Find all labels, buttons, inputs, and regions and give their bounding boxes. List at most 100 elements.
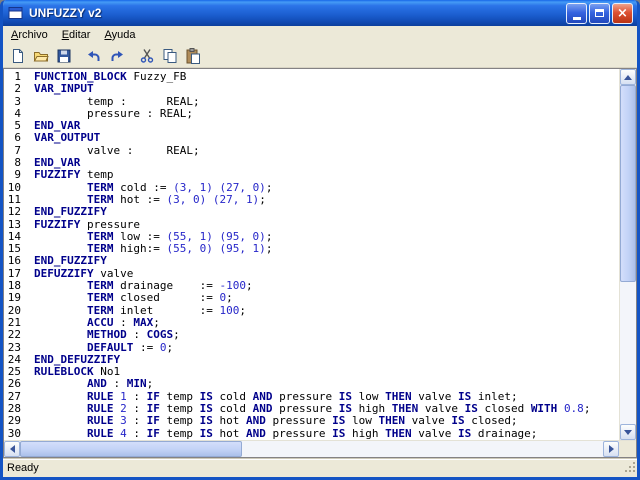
code-line: 7 valve : REAL; bbox=[4, 143, 619, 157]
code-lines: 1 FUNCTION_BLOCK Fuzzy_FB 2 VAR_INPUT 3 temp… bbox=[4, 70, 619, 440]
cut-icon bbox=[140, 49, 154, 63]
code-text: TERM hot := (3, 0) (27, 1); bbox=[86, 192, 266, 206]
maximize-button[interactable] bbox=[589, 2, 610, 24]
open-folder-icon bbox=[33, 52, 49, 62]
line-number: 29 bbox=[7, 414, 21, 428]
redo-button[interactable] bbox=[106, 46, 128, 66]
toolbar-separator bbox=[76, 46, 82, 66]
code-text: TERM closed := 0; bbox=[86, 291, 233, 305]
maximize-icon bbox=[595, 9, 604, 17]
code-text: TERM drainage := -100; bbox=[86, 279, 253, 293]
window-title: UNFUZZY v2 bbox=[29, 6, 102, 20]
code-text: ACCU : MAX; bbox=[86, 315, 160, 329]
line-number: 26 bbox=[7, 377, 21, 391]
arrow-right-icon bbox=[608, 445, 614, 453]
scrollbar-corner bbox=[619, 440, 636, 457]
open-button[interactable] bbox=[30, 46, 52, 66]
editor-frame: 1 FUNCTION_BLOCK Fuzzy_FB 2 VAR_INPUT 3 temp… bbox=[3, 68, 637, 458]
code-text: FUNCTION_BLOCK Fuzzy_FB bbox=[34, 70, 187, 83]
code-text: RULE 2 : IF temp IS cold AND pressure IS… bbox=[86, 402, 591, 416]
code-text: END_FUZZIFY bbox=[34, 254, 107, 268]
save-button[interactable] bbox=[53, 46, 75, 66]
line-number: 13 bbox=[7, 217, 21, 231]
code-text: END_FUZZIFY bbox=[34, 205, 107, 219]
code-text: VAR_INPUT bbox=[34, 82, 94, 96]
code-text: TERM low := (55, 1) (95, 0); bbox=[86, 229, 273, 243]
new-button[interactable] bbox=[7, 46, 29, 66]
copy-button[interactable] bbox=[159, 46, 181, 66]
horizontal-scroll-thumb[interactable] bbox=[20, 441, 242, 457]
code-text: END_VAR bbox=[34, 156, 81, 170]
menu-editar[interactable]: Editar bbox=[55, 27, 98, 44]
scroll-right-button[interactable] bbox=[603, 441, 619, 457]
close-icon: × bbox=[617, 5, 628, 21]
line-number: 23 bbox=[7, 340, 21, 354]
code-text: FUZZIFY temp bbox=[34, 168, 114, 182]
resize-grip-icon[interactable] bbox=[624, 461, 636, 476]
toolbar bbox=[3, 45, 637, 68]
cut-button[interactable] bbox=[136, 46, 158, 66]
code-text: AND : MIN; bbox=[86, 377, 154, 391]
code-text: DEFUZZIFY valve bbox=[34, 266, 134, 280]
vertical-scroll-track[interactable] bbox=[620, 85, 636, 424]
undo-button[interactable] bbox=[83, 46, 105, 66]
code-text: VAR_OUTPUT bbox=[34, 131, 101, 145]
undo-icon bbox=[88, 51, 100, 61]
close-button[interactable]: × bbox=[612, 2, 633, 24]
code-editor[interactable]: 1 FUNCTION_BLOCK Fuzzy_FB 2 VAR_INPUT 3 temp… bbox=[4, 69, 619, 440]
code-text: TERM high:= (55, 0) (95, 1); bbox=[86, 242, 273, 256]
minimize-button[interactable] bbox=[566, 2, 587, 24]
code-text: RULE 4 : IF temp IS hot AND pressure IS … bbox=[86, 426, 538, 440]
status-text: Ready bbox=[7, 462, 39, 474]
horizontal-scrollbar[interactable] bbox=[4, 440, 619, 457]
menu-archivo[interactable]: Archivo bbox=[4, 27, 55, 44]
copy-icon bbox=[163, 49, 177, 63]
line-number: 22 bbox=[7, 328, 21, 342]
code-text: valve : REAL; bbox=[34, 143, 200, 157]
code-text: END_DEFUZZIFY bbox=[34, 352, 121, 366]
application-icon[interactable] bbox=[8, 5, 24, 21]
line-number: 2 bbox=[14, 82, 21, 96]
code-text: RULE 1 : IF temp IS cold AND pressure IS… bbox=[86, 389, 518, 403]
code-text: END_VAR bbox=[34, 119, 81, 133]
application-window: UNFUZZY v2 × Archivo Editar Ayuda 1 FUNC… bbox=[0, 0, 640, 480]
line-number: 12 bbox=[7, 205, 21, 219]
save-icon bbox=[57, 49, 71, 63]
code-text: DEFAULT := 0; bbox=[86, 340, 174, 354]
arrow-down-icon bbox=[624, 429, 632, 435]
code-text: METHOD : COGS; bbox=[86, 328, 180, 342]
arrow-up-icon bbox=[624, 74, 632, 80]
code-text: temp : REAL; bbox=[34, 94, 200, 108]
title-bar[interactable]: UNFUZZY v2 × bbox=[3, 0, 637, 26]
scroll-up-button[interactable] bbox=[620, 69, 636, 85]
code-text: pressure : REAL; bbox=[34, 106, 193, 120]
code-text: RULEBLOCK No1 bbox=[34, 365, 121, 379]
new-document-icon bbox=[13, 49, 23, 63]
toolbar-separator bbox=[129, 46, 135, 66]
scroll-down-button[interactable] bbox=[620, 424, 636, 440]
line-number: 30 bbox=[7, 426, 21, 440]
line-number: 19 bbox=[7, 291, 21, 305]
minimize-icon bbox=[572, 16, 581, 20]
code-line: 1 FUNCTION_BLOCK Fuzzy_FB bbox=[4, 70, 619, 83]
scroll-left-button[interactable] bbox=[4, 441, 20, 457]
vertical-scroll-thumb[interactable] bbox=[620, 85, 636, 282]
horizontal-scroll-track[interactable] bbox=[20, 441, 603, 457]
status-bar: Ready bbox=[3, 458, 637, 477]
vertical-scrollbar[interactable] bbox=[619, 69, 636, 440]
paste-button[interactable] bbox=[182, 46, 204, 66]
code-text: FUZZIFY pressure bbox=[34, 217, 140, 231]
line-number: 9 bbox=[14, 168, 21, 182]
code-line: 4 pressure : REAL; bbox=[4, 106, 619, 120]
code-text: TERM inlet := 100; bbox=[86, 303, 246, 317]
arrow-left-icon bbox=[9, 445, 15, 453]
code-text: TERM cold := (3, 1) (27, 0); bbox=[86, 180, 273, 194]
code-line: 30 RULE 4 : IF temp IS hot AND pressure … bbox=[4, 426, 619, 440]
paste-icon bbox=[186, 48, 200, 64]
line-number: 6 bbox=[14, 131, 21, 145]
line-number: 16 bbox=[7, 254, 21, 268]
code-text: RULE 3 : IF temp IS hot AND pressure IS … bbox=[86, 414, 518, 428]
menu-bar: Archivo Editar Ayuda bbox=[3, 26, 637, 45]
menu-ayuda[interactable]: Ayuda bbox=[97, 27, 142, 44]
redo-icon bbox=[111, 51, 123, 61]
